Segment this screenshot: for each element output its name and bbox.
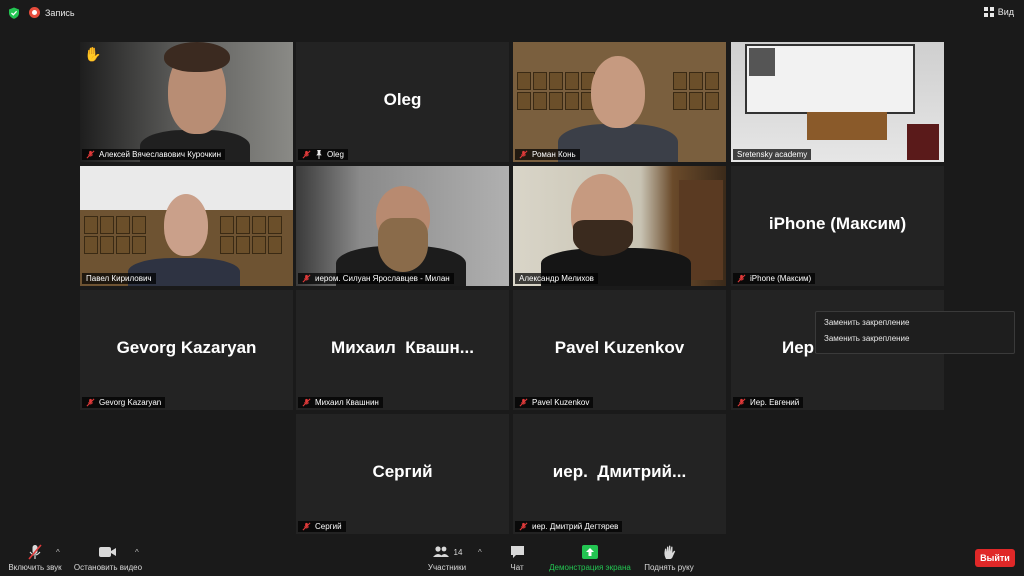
raise-hand-icon	[663, 545, 675, 559]
participant-name-tag: Иер. Евгений	[733, 397, 804, 408]
participant-name: Oleg	[327, 150, 344, 159]
participant-tile[interactable]: иер. Дмитрий... иер. Дмитрий Дегтярев	[513, 414, 726, 534]
participant-display-name: Oleg	[383, 90, 422, 109]
share-screen-icon	[582, 545, 598, 559]
mic-muted-icon	[302, 150, 311, 159]
raise-hand-button[interactable]: Поднять руку	[640, 544, 698, 572]
mic-muted-icon	[86, 150, 95, 159]
participant-name-tag: Михаил Квашнин	[298, 397, 383, 408]
participant-name: Павел Кирилович	[86, 274, 152, 283]
participant-name-tag: Павел Кирилович	[82, 273, 156, 284]
top-bar: Запись Вид	[0, 0, 1024, 26]
participant-tile[interactable]: Gevorg Kazaryan Gevorg Kazaryan	[80, 290, 293, 410]
stop-video-button[interactable]: Остановить видео	[72, 544, 144, 572]
participant-display-name: Михаил Квашн...	[331, 338, 474, 357]
participants-count: 14	[453, 547, 463, 557]
record-icon	[29, 7, 40, 18]
participant-tile[interactable]: Павел Кирилович	[80, 166, 293, 286]
raise-hand-label: Поднять руку	[644, 563, 694, 572]
participant-name: Роман Конь	[532, 150, 576, 159]
participant-tile[interactable]: Oleg Oleg	[296, 42, 509, 162]
mic-muted-icon	[737, 274, 746, 283]
share-screen-label: Демонстрация экрана	[549, 563, 631, 572]
participant-display-name: иер. Дмитрий...	[552, 462, 687, 481]
participant-name-tag: Александр Мелихов	[515, 273, 598, 284]
participant-name: Алексей Вячеславович Курочкин	[99, 150, 222, 159]
participant-name-tag: Sretensky academy	[733, 149, 812, 160]
raised-hand-icon: ✋	[84, 46, 102, 62]
mic-muted-icon	[302, 398, 311, 407]
participant-name: иер. Дмитрий Дегтярев	[532, 522, 619, 531]
participant-tile[interactable]: иером. Силуан Ярославцев - Милан	[296, 166, 509, 286]
participant-name: Gevorg Kazaryan	[99, 398, 162, 407]
participant-tile[interactable]: iPhone (Максим) iPhone (Максим)	[731, 166, 944, 286]
chat-label: Чат	[510, 563, 524, 572]
participant-name-tag: Роман Конь	[515, 149, 580, 160]
participant-name: Иер. Евгений	[750, 398, 800, 407]
participant-name-tag: Pavel Kuzenkov	[515, 397, 594, 408]
participant-display-name: Gevorg Kazaryan	[116, 338, 257, 357]
participant-tile[interactable]: Роман Конь	[513, 42, 726, 162]
video-camera-icon	[99, 547, 116, 557]
participant-display-name: Сергий	[372, 462, 433, 481]
shield-icon[interactable]	[8, 7, 20, 19]
grid-icon	[983, 7, 994, 17]
participant-display-name: iPhone (Максим)	[768, 214, 907, 233]
participant-name: Sretensky academy	[737, 150, 808, 159]
stop-video-label: Остановить видео	[73, 563, 143, 572]
mic-muted-icon	[519, 150, 528, 159]
participant-tile[interactable]: ✋ Алексей Вячеславович Курочкин	[80, 42, 293, 162]
participant-tile[interactable]: Pavel Kuzenkov Pavel Kuzenkov	[513, 290, 726, 410]
video-options-caret-icon[interactable]: ^	[135, 548, 139, 557]
participant-name-tag: Oleg	[298, 149, 348, 160]
participant-tile-active-speaker[interactable]: Александр Мелихов	[513, 166, 726, 286]
menu-item-replace-pin[interactable]: Заменить закрепление	[816, 331, 1014, 347]
leave-meeting-button[interactable]: Выйти	[975, 549, 1015, 567]
chat-icon	[510, 546, 524, 558]
participant-name: iPhone (Максим)	[750, 274, 812, 283]
participant-name-tag: Сергий	[298, 521, 346, 532]
participant-name-tag: Gevorg Kazaryan	[82, 397, 166, 408]
mic-muted-icon	[519, 522, 528, 531]
view-label: Вид	[997, 7, 1014, 17]
mic-muted-icon	[302, 274, 311, 283]
participant-display-name: Pavel Kuzenkov	[554, 338, 685, 357]
mic-muted-icon	[86, 398, 95, 407]
participants-button[interactable]: 14 Участники	[424, 544, 470, 572]
recording-label: Запись	[45, 7, 75, 18]
unmute-label: Включить звук	[8, 563, 62, 572]
participant-name: Pavel Kuzenkov	[532, 398, 590, 407]
mic-muted-icon	[28, 544, 42, 560]
participant-tile[interactable]: Sretensky academy	[731, 42, 944, 162]
view-button[interactable]: Вид	[983, 7, 1014, 17]
participant-tile[interactable]: Михаил Квашн... Михаил Квашнин	[296, 290, 509, 410]
participant-name: Александр Мелихов	[519, 274, 594, 283]
pin-icon	[316, 150, 322, 159]
audio-options-caret-icon[interactable]: ^	[56, 548, 60, 557]
recording-indicator[interactable]: Запись	[29, 7, 75, 18]
participant-name: иером. Силуан Ярославцев - Милан	[315, 274, 450, 283]
context-menu: Заменить закрепление Заменить закреплени…	[815, 311, 1015, 354]
participant-name-tag: iPhone (Максим)	[733, 273, 816, 284]
mic-muted-icon	[519, 398, 528, 407]
share-screen-button[interactable]: Демонстрация экрана	[546, 544, 634, 572]
meeting-toolbar: Включить звук ^ Остановить видео ^ 14 Уч…	[0, 540, 1024, 576]
participant-name: Михаил Квашнин	[315, 398, 379, 407]
mic-muted-icon	[302, 522, 311, 531]
participant-name-tag: иером. Силуан Ярославцев - Милан	[298, 273, 454, 284]
participants-icon	[432, 546, 449, 557]
participants-label: Участники	[427, 563, 467, 572]
participant-name-tag: Алексей Вячеславович Курочкин	[82, 149, 226, 160]
chat-button[interactable]: Чат	[500, 544, 534, 572]
participants-options-caret-icon[interactable]: ^	[478, 548, 482, 557]
mic-muted-icon	[737, 398, 746, 407]
participant-name: Сергий	[315, 522, 342, 531]
participant-tile[interactable]: Сергий Сергий	[296, 414, 509, 534]
participant-name-tag: иер. Дмитрий Дегтярев	[515, 521, 623, 532]
menu-item-replace-pin[interactable]: Заменить закрепление	[816, 315, 1014, 331]
